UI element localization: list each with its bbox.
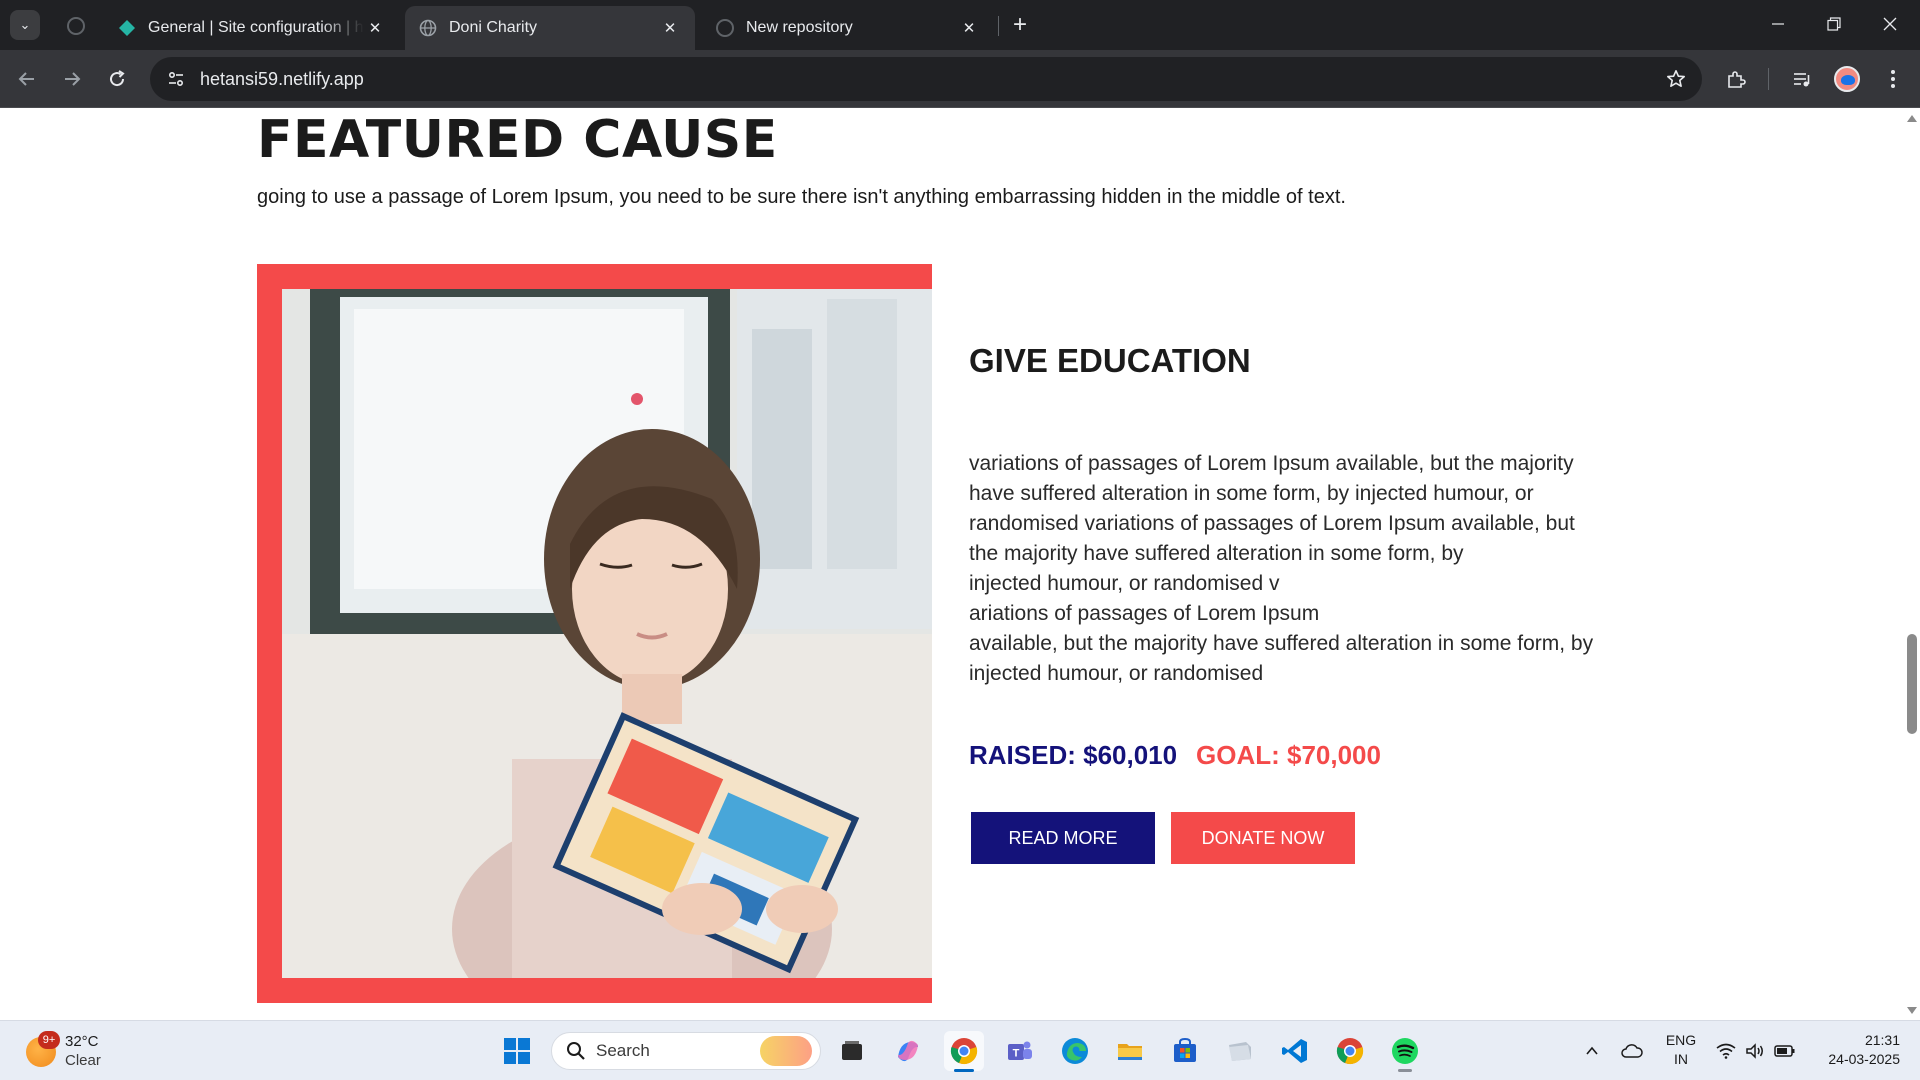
windows-taskbar: 9+ 32°C Clear Search T ENG IN 21:31 24-0…: [0, 1020, 1920, 1080]
microsoft-store-icon[interactable]: [1165, 1031, 1205, 1071]
tab-title: General | Site configuration | hetansi59: [148, 19, 364, 36]
onedrive-cloud-icon[interactable]: [1620, 1039, 1644, 1063]
tab-site-configuration[interactable]: General | Site configuration | hetansi59…: [104, 6, 400, 50]
page-viewport: FEATURED CAUSE going to use a passage of…: [0, 108, 1920, 1020]
github-icon: [716, 19, 734, 37]
chevron-up-icon[interactable]: [1580, 1039, 1604, 1063]
globe-icon: [419, 19, 437, 37]
system-clock[interactable]: 21:31 24-03-2025: [1810, 1031, 1900, 1069]
browser-tab-strip: ⌄ General | Site configuration | hetansi…: [0, 0, 1920, 50]
netlify-icon: [118, 19, 136, 37]
cause-description: variations of passages of Lorem Ipsum av…: [969, 452, 1594, 685]
close-tab-icon[interactable]: ✕: [364, 17, 386, 39]
browser-toolbar: hetansi59.netlify.app: [0, 50, 1920, 108]
search-icon: [556, 1041, 596, 1061]
featured-cause-subtitle: going to use a passage of Lorem Ipsum, y…: [257, 186, 1346, 208]
close-window-icon[interactable]: [1862, 0, 1918, 48]
menu-kebab-icon[interactable]: [1876, 62, 1910, 96]
raised-amount: RAISED: $60,010: [969, 740, 1178, 770]
donate-now-button[interactable]: DONATE NOW: [1171, 812, 1355, 864]
toolbar-divider: [1768, 68, 1769, 90]
page-scrollbar[interactable]: [1904, 108, 1920, 1020]
tab-search-chevron-icon[interactable]: ⌄: [10, 10, 40, 40]
tab-new-repository[interactable]: New repository ✕: [702, 6, 994, 50]
search-highlight-icon: [760, 1036, 812, 1066]
notification-badge: 9+: [38, 1031, 60, 1049]
windows-start-icon[interactable]: [497, 1031, 537, 1071]
language-indicator[interactable]: ENG IN: [1664, 1031, 1698, 1069]
tab-title: New repository: [746, 19, 853, 36]
spotify-icon[interactable]: [1385, 1031, 1425, 1072]
teams-icon[interactable]: T: [1000, 1031, 1040, 1071]
weather-widget[interactable]: 9+ 32°C Clear: [22, 1031, 142, 1071]
taskbar-search-box[interactable]: Search: [551, 1032, 821, 1070]
cause-image-frame: [257, 264, 932, 1003]
weather-temperature: 32°C: [65, 1033, 99, 1050]
minimize-icon[interactable]: [1750, 0, 1806, 48]
site-info-icon[interactable]: [154, 57, 198, 101]
scrollbar-thumb[interactable]: [1907, 634, 1917, 734]
forward-arrow-icon[interactable]: [55, 62, 89, 96]
profile-avatar[interactable]: [1834, 66, 1860, 92]
read-more-button[interactable]: READ MORE: [971, 812, 1155, 864]
tab-doni-charity[interactable]: Doni Charity ✕: [405, 6, 695, 50]
restore-icon[interactable]: [1806, 0, 1862, 48]
address-bar[interactable]: hetansi59.netlify.app: [150, 57, 1702, 101]
tab-title: Doni Charity: [449, 19, 538, 36]
close-tab-icon[interactable]: ✕: [958, 17, 980, 39]
reload-icon[interactable]: [100, 62, 134, 96]
language-code: ENG: [1665, 1032, 1697, 1048]
file-explorer-icon[interactable]: [1110, 1031, 1150, 1071]
cause-title: GIVE EDUCATION: [969, 342, 1251, 379]
vscode-icon[interactable]: [1275, 1031, 1315, 1071]
volume-icon[interactable]: [1743, 1039, 1767, 1063]
chrome-icon[interactable]: [944, 1031, 984, 1072]
github-icon: [67, 16, 85, 40]
clock-date: 24-03-2025: [1828, 1051, 1900, 1067]
task-view-icon[interactable]: [832, 1031, 872, 1071]
back-arrow-icon[interactable]: [10, 62, 44, 96]
tab-separator: [998, 16, 999, 36]
url-text: hetansi59.netlify.app: [200, 68, 364, 89]
region-code: IN: [1674, 1051, 1688, 1067]
folder-icon[interactable]: [1220, 1031, 1260, 1071]
chrome-icon[interactable]: [1330, 1031, 1370, 1071]
new-tab-button[interactable]: +: [1006, 12, 1034, 40]
scroll-up-arrow-icon[interactable]: [1907, 115, 1917, 122]
cause-photo: [282, 289, 932, 978]
goal-amount: GOAL: $70,000: [1196, 740, 1381, 770]
copilot-icon[interactable]: [888, 1031, 928, 1071]
scroll-down-arrow-icon[interactable]: [1907, 1007, 1917, 1014]
extensions-puzzle-icon[interactable]: [1719, 62, 1753, 96]
clock-time: 21:31: [1864, 1032, 1900, 1048]
svg-text:T: T: [1013, 1048, 1020, 1060]
weather-condition: Clear: [65, 1052, 101, 1069]
girl-reading-illustration: [282, 289, 932, 978]
battery-icon[interactable]: [1773, 1039, 1797, 1063]
tab-pinned-github[interactable]: [56, 6, 96, 50]
featured-cause-heading: FEATURED CAUSE: [257, 110, 778, 170]
media-controls-icon[interactable]: [1785, 62, 1819, 96]
edge-icon[interactable]: [1055, 1031, 1095, 1071]
close-tab-icon[interactable]: ✕: [659, 17, 681, 39]
search-label: Search: [596, 1041, 650, 1060]
wifi-icon[interactable]: [1714, 1039, 1738, 1063]
bookmark-star-icon[interactable]: [1656, 59, 1696, 99]
